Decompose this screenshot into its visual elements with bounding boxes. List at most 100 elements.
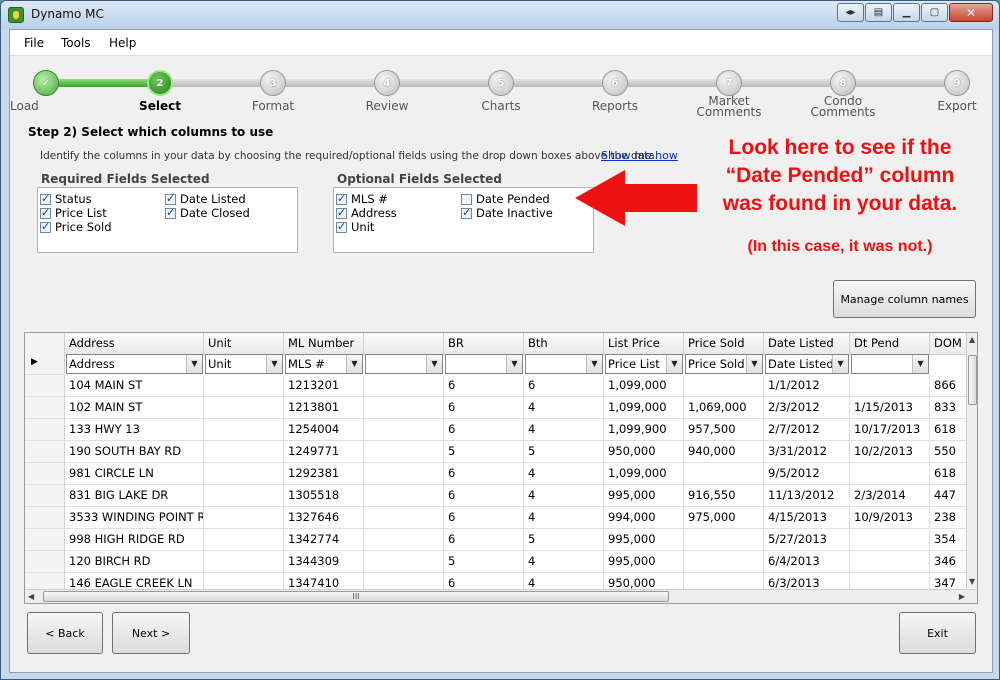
column-header[interactable]: Price Sold: [684, 333, 764, 355]
title-bar[interactable]: Dynamo MC ◂▸ ▤ ▁ ▢ ✕: [1, 1, 999, 29]
next-button[interactable]: Next >: [112, 612, 190, 654]
exit-button[interactable]: Exit: [899, 612, 976, 654]
step-8-circle[interactable]: 8: [830, 70, 856, 96]
table-cell[interactable]: 866: [930, 375, 967, 397]
checkbox[interactable]: [461, 193, 472, 205]
table-cell[interactable]: [204, 397, 284, 419]
optional-field-1[interactable]: Address: [336, 206, 397, 220]
column-mapping-dropdown[interactable]: Date Listed ▼: [765, 354, 849, 374]
table-row[interactable]: 3533 WINDING POINT RD 1327646 6 4 994,000 975…: [25, 507, 967, 529]
vertical-scroll-thumb[interactable]: [968, 355, 977, 405]
column-header[interactable]: BR: [444, 333, 524, 355]
table-cell[interactable]: [204, 551, 284, 573]
column-header[interactable]: DOM: [930, 333, 967, 355]
table-cell[interactable]: 4: [524, 419, 604, 441]
menu-file[interactable]: File: [24, 36, 44, 50]
table-cell[interactable]: [684, 375, 764, 397]
table-cell[interactable]: [364, 551, 444, 573]
table-cell[interactable]: 10/9/2013: [850, 507, 930, 529]
table-cell[interactable]: 354: [930, 529, 967, 551]
table-cell[interactable]: [364, 529, 444, 551]
table-cell[interactable]: 102 MAIN ST: [65, 397, 204, 419]
column-header[interactable]: ML Number: [284, 333, 364, 355]
table-row[interactable]: 998 HIGH RIDGE RD 1342774 6 5 995,000 5/27/20…: [25, 529, 967, 551]
table-cell[interactable]: 1342774: [284, 529, 364, 551]
table-cell[interactable]: [204, 529, 284, 551]
menu-tools[interactable]: Tools: [61, 36, 91, 50]
resize-icon[interactable]: ◂▸: [837, 3, 864, 22]
maximize-button[interactable]: ▢: [921, 3, 948, 22]
column-header[interactable]: Unit: [204, 333, 284, 355]
table-cell[interactable]: 238: [930, 507, 967, 529]
table-cell[interactable]: [364, 485, 444, 507]
column-mapping-dropdown[interactable]: Unit ▼: [205, 354, 283, 374]
table-cell[interactable]: 833: [930, 397, 967, 419]
checkbox[interactable]: [336, 220, 347, 233]
table-cell[interactable]: 995,000: [604, 529, 684, 551]
optional-field-0[interactable]: MLS #: [336, 192, 388, 206]
table-cell[interactable]: [204, 441, 284, 463]
chevron-down-icon[interactable]: ▼: [832, 355, 848, 373]
column-header[interactable]: Bth: [524, 333, 604, 355]
step-9-circle[interactable]: 9: [944, 70, 970, 96]
table-cell[interactable]: 4: [524, 397, 604, 419]
table-cell[interactable]: 6: [444, 463, 524, 485]
column-mapping-dropdown[interactable]: Address ▼: [66, 354, 203, 374]
column-mapping-dropdown[interactable]: Price Sold ▼: [685, 354, 763, 374]
step-4-circle[interactable]: 4: [374, 70, 400, 96]
chevron-down-icon[interactable]: ▼: [586, 355, 602, 373]
table-row[interactable]: 190 SOUTH BAY RD 1249771 5 5 950,000 940,000 3…: [25, 441, 967, 463]
manage-column-names-button[interactable]: Manage column names: [833, 280, 976, 318]
table-cell[interactable]: 998 HIGH RIDGE RD: [65, 529, 204, 551]
column-header[interactable]: Address: [65, 333, 204, 355]
table-cell[interactable]: 1,099,000: [604, 397, 684, 419]
table-cell[interactable]: 1213201: [284, 375, 364, 397]
table-cell[interactable]: 4: [524, 551, 604, 573]
chevron-down-icon[interactable]: ▼: [346, 355, 362, 373]
close-button[interactable]: ✕: [949, 3, 993, 22]
table-cell[interactable]: 3533 WINDING POINT RD: [65, 507, 204, 529]
table-cell[interactable]: 1,099,000: [604, 375, 684, 397]
table-cell[interactable]: 940,000: [684, 441, 764, 463]
table-cell[interactable]: [364, 419, 444, 441]
table-cell[interactable]: [364, 441, 444, 463]
row-header[interactable]: [25, 441, 65, 463]
optional-field-3[interactable]: Date Pended: [461, 192, 550, 206]
chevron-down-icon[interactable]: ▼: [186, 355, 202, 373]
table-cell[interactable]: 4: [524, 463, 604, 485]
row-header[interactable]: [25, 397, 65, 419]
table-cell[interactable]: 3/31/2012: [764, 441, 850, 463]
chevron-down-icon[interactable]: ▼: [912, 355, 928, 373]
table-cell[interactable]: 1305518: [284, 485, 364, 507]
table-cell[interactable]: 6: [444, 507, 524, 529]
chevron-down-icon[interactable]: ▼: [746, 355, 762, 373]
step-6-circle[interactable]: 6: [602, 70, 628, 96]
table-cell[interactable]: 2/3/2012: [764, 397, 850, 419]
table-row[interactable]: 120 BIRCH RD 1344309 5 4 995,000 6/4/2013 346: [25, 551, 967, 573]
table-cell[interactable]: 133 HWY 13: [65, 419, 204, 441]
table-cell[interactable]: 5: [444, 551, 524, 573]
table-cell[interactable]: 1,099,000: [604, 463, 684, 485]
table-cell[interactable]: 190 SOUTH BAY RD: [65, 441, 204, 463]
table-cell[interactable]: 5: [524, 529, 604, 551]
table-cell[interactable]: 104 MAIN ST: [65, 375, 204, 397]
table-cell[interactable]: [684, 551, 764, 573]
row-header[interactable]: [25, 507, 65, 529]
chevron-down-icon[interactable]: ▼: [666, 355, 682, 373]
table-cell[interactable]: 447: [930, 485, 967, 507]
chevron-down-icon[interactable]: ▼: [266, 355, 282, 373]
table-cell[interactable]: 1292381: [284, 463, 364, 485]
step-2-circle[interactable]: 2: [147, 70, 173, 96]
table-cell[interactable]: 6: [444, 419, 524, 441]
table-row[interactable]: 831 BIG LAKE DR 1305518 6 4 995,000 916,550 11…: [25, 485, 967, 507]
table-cell[interactable]: 4: [524, 507, 604, 529]
table-cell[interactable]: 5/27/2013: [764, 529, 850, 551]
snapshot-icon[interactable]: ▤: [865, 3, 892, 22]
column-mapping-dropdown[interactable]: MLS # ▼: [285, 354, 363, 374]
horizontal-scrollbar[interactable]: ◀ III ▶: [25, 589, 977, 603]
table-cell[interactable]: 1344309: [284, 551, 364, 573]
table-cell[interactable]: [850, 529, 930, 551]
table-cell[interactable]: 5: [444, 441, 524, 463]
column-mapping-dropdown[interactable]: Price List ▼: [605, 354, 683, 374]
table-cell[interactable]: [204, 375, 284, 397]
